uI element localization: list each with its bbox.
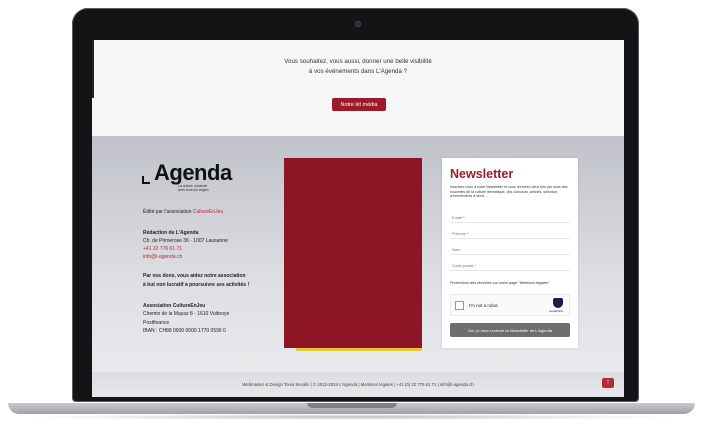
recaptcha-label: I'm not a robot — [469, 303, 498, 308]
recaptcha-widget: I'm not a robot reCaptcha — [450, 294, 570, 316]
lastname-field[interactable] — [450, 245, 570, 255]
newsletter-panel: Newsletter Inscrivez-vous à notre Newsle… — [442, 158, 578, 348]
laptop-screen: Vous souhaitez, vous aussi, donner une b… — [92, 40, 624, 397]
firstname-field[interactable] — [450, 229, 570, 239]
phone-link[interactable]: +41 22 776 61 71 — [143, 246, 182, 252]
association-address: Chemin de la Mayaz 8 · 1610 Vuibroye — [143, 311, 230, 317]
email-link[interactable]: info@l-agenda.ch — [143, 254, 182, 260]
zipcode-field[interactable] — [450, 261, 570, 271]
edited-by: Édité par l'association CultureEnJeu — [143, 209, 223, 215]
bottom-bar: Webmaster & Design Tonia Secalin | © 201… — [92, 372, 624, 397]
red-banner-block — [284, 158, 422, 348]
site-footer: Agenda La culture romande avec tous les … — [92, 136, 624, 372]
credits-text: Webmaster & Design Tonia Secalin | © 201… — [242, 382, 474, 387]
logo-bracket-icon — [142, 176, 150, 184]
bank-name: Postfinance — [143, 320, 170, 326]
promo-text-line2: à vos événements dans L'Agenda ? — [308, 68, 408, 75]
donation-text-line2: à but non lucratif à poursuivre ses acti… — [143, 282, 250, 288]
laptop-mockup: Vous souhaitez, vous aussi, donner une b… — [0, 0, 703, 433]
logo-tagline-2: avec tous les angles — [178, 188, 209, 192]
media-kit-button[interactable]: Notre kit média — [332, 98, 386, 111]
redaction-title: Rédaction de L'Agenda — [143, 230, 199, 236]
edited-by-text: Édité par l'association — [143, 209, 193, 215]
newsletter-submit-button[interactable]: Oui, je veux recevoir la Newsletter de L… — [450, 323, 570, 337]
recaptcha-checkbox[interactable] — [455, 301, 464, 310]
yellow-accent-line — [296, 348, 422, 351]
newsletter-title: Newsletter — [450, 167, 514, 181]
donation-text-line1: Par vos dons, vous aidez notre associati… — [143, 273, 246, 279]
webcam-icon — [355, 21, 361, 27]
privacy-link[interactable]: Protections des données sur notre page "… — [450, 281, 550, 285]
laptop-shadow — [20, 414, 683, 420]
newsletter-description: Inscrivez-vous à notre Newsletter et vou… — [450, 185, 568, 199]
agenda-logo[interactable]: Agenda La culture romande avec tous les … — [142, 160, 242, 192]
promo-text-line1: Vous souhaitez, vous aussi, donner une b… — [284, 58, 432, 65]
scroll-top-button[interactable]: ↑ — [602, 378, 614, 388]
logo-wordmark: Agenda — [154, 160, 232, 185]
recaptcha-brand: reCaptcha — [549, 309, 563, 313]
arrow-up-icon: ↑ — [606, 379, 610, 386]
recaptcha-logo-icon — [553, 298, 563, 308]
email-field[interactable] — [450, 213, 570, 223]
redaction-address: Ch. de Primerose 36 · 1007 Lausanne — [143, 238, 228, 244]
laptop-notch — [307, 403, 397, 408]
promo-section: Vous souhaitez, vous aussi, donner une b… — [92, 40, 624, 136]
association-title: Association CultureEnJeu — [143, 303, 206, 309]
iban: IBAN : CH88 0900 0000 1770 0596 0 — [143, 328, 226, 334]
cultureenjeu-link[interactable]: CultureEnJeu — [193, 209, 223, 215]
